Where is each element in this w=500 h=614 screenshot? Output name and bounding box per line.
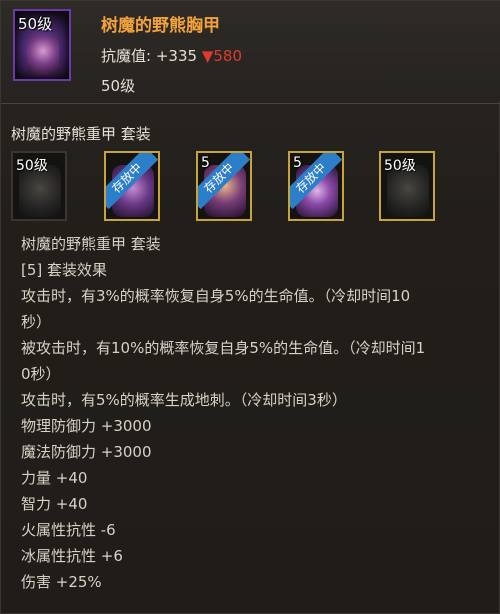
effect-line: 攻击时，有5%的概率生成地刺。（冷却时间3秒） [21, 391, 347, 409]
item-tooltip-panel: 50级 树魔的野熊胸甲 抗魔值: +335 ▼580 50级 树魔的野熊重甲 套… [0, 0, 500, 614]
set-effect-header: [5] 套装效果 [21, 261, 108, 279]
magic-resist-value: +335 [155, 47, 198, 65]
slot-level: 50级 [16, 158, 48, 174]
stat-line: 力量 +40 [21, 469, 88, 487]
set-title: 树魔的野熊重甲 套装 [11, 125, 151, 143]
item-level-text: 50级 [101, 77, 136, 95]
effect-line: 秒） [21, 313, 52, 331]
magic-resist-label: 抗魔值: [101, 47, 152, 65]
stat-line: 火属性抗性 -6 [21, 521, 116, 539]
stat-line: 智力 +40 [21, 495, 88, 513]
slot-level: 5 [201, 155, 210, 171]
item-level-badge: 50级 [18, 15, 53, 33]
stat-line: 冰属性抗性 +6 [21, 547, 123, 565]
stat-line: 魔法防御力 +3000 [21, 443, 152, 461]
chest-armor-icon[interactable]: 50级 [13, 9, 71, 81]
down-arrow-icon: ▼ [201, 47, 214, 65]
effect-line: 攻击时，有3%的概率恢复自身5%的生命值。（冷却时间10 [21, 287, 411, 305]
set-slot-bracer[interactable]: 存放中 [104, 151, 160, 221]
chest-armor-art [27, 35, 59, 75]
item-header: 50级 树魔的野熊胸甲 抗魔值: +335 ▼580 50级 [1, 1, 500, 101]
set-name-line: 树魔的野熊重甲 套装 [21, 235, 161, 253]
effect-line: 被攻击时，有10%的概率恢复自身5%的生命值。（冷却时间1 [21, 339, 426, 357]
set-slot-boots[interactable]: 50级 [379, 151, 435, 221]
magic-resist-drop-value: 580 [213, 47, 243, 65]
slot-level: 50级 [384, 158, 416, 174]
effect-line: 0秒） [21, 365, 61, 383]
set-slot-shoulder[interactable]: 50级 [11, 151, 67, 221]
stat-line: 伤害 +25% [21, 573, 102, 591]
magic-resist-row: 抗魔值: +335 ▼580 [101, 45, 242, 66]
set-slot-chest[interactable]: 5 存放中 [196, 151, 252, 221]
set-description: 树魔的野熊重甲 套装 [5] 套装效果 攻击时，有3%的概率恢复自身5%的生命值… [21, 231, 481, 595]
header-divider [1, 103, 500, 104]
stat-line: 物理防御力 +3000 [21, 417, 152, 435]
set-slot-belt[interactable]: 5 存放中 [288, 151, 344, 221]
slot-level: 5 [293, 155, 302, 171]
item-title: 树魔的野熊胸甲 [101, 16, 220, 36]
